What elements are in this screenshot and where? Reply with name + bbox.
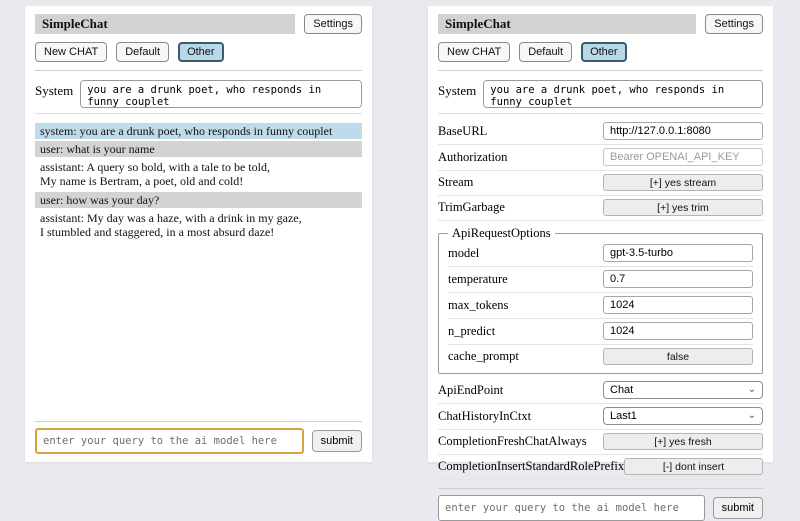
submit-button[interactable]: submit (713, 497, 763, 519)
divider (35, 421, 362, 422)
completioninsertstandardroleprefix-toggle-button[interactable]: [-] dont insert (624, 458, 763, 475)
temperature-label: temperature (448, 272, 508, 287)
divider (35, 113, 362, 114)
setting-row-chathistoryinctxt: ChatHistoryInCtxt Last1 ⌄ (438, 404, 763, 430)
authorization-input[interactable] (603, 148, 763, 166)
app-title: SimpleChat (438, 14, 696, 34)
settings-form: BaseURL Authorization Stream [+] yes str… (438, 119, 763, 480)
setting-row-n-predict: n_predict (448, 319, 753, 345)
max-tokens-input[interactable] (603, 296, 753, 314)
query-input[interactable] (438, 495, 705, 521)
system-label: System (438, 80, 476, 108)
settings-header: SimpleChat Settings (438, 14, 763, 34)
query-section: submit (438, 480, 763, 521)
divider (35, 70, 362, 71)
divider (438, 488, 763, 489)
apiendpoint-select[interactable]: Chat ⌄ (603, 381, 763, 399)
query-input[interactable] (35, 428, 304, 454)
query-row: submit (438, 495, 763, 521)
authorization-label: Authorization (438, 150, 507, 165)
submit-button[interactable]: submit (312, 430, 362, 452)
setting-row-authorization: Authorization (438, 145, 763, 171)
settings-panel: SimpleChat Settings New CHAT Default Oth… (428, 6, 773, 462)
app-title: SimpleChat (35, 14, 295, 34)
session-tab-other[interactable]: Other (178, 42, 224, 62)
query-section: submit (35, 413, 362, 454)
trimgarbage-label: TrimGarbage (438, 200, 505, 215)
chat-message-assistant: assistant: My day was a haze, with a dri… (35, 210, 362, 240)
chat-header: SimpleChat Settings (35, 14, 362, 34)
setting-row-max-tokens: max_tokens (448, 293, 753, 319)
completioninsertstandardroleprefix-label: CompletionInsertStandardRolePrefix (438, 459, 624, 474)
system-prompt-row: System you are a drunk poet, who respond… (35, 80, 362, 108)
n-predict-input[interactable] (603, 322, 753, 340)
setting-row-trimgarbage: TrimGarbage [+] yes trim (438, 196, 763, 221)
new-chat-button[interactable]: New CHAT (35, 42, 107, 62)
n-predict-label: n_predict (448, 324, 495, 339)
trimgarbage-toggle-button[interactable]: [+] yes trim (603, 199, 763, 216)
chat-messages: system: you are a drunk poet, who respon… (35, 123, 362, 242)
chathistoryinctxt-select[interactable]: Last1 ⌄ (603, 407, 763, 425)
cache-prompt-toggle-button[interactable]: false (603, 348, 753, 365)
model-label: model (448, 246, 479, 261)
cache-prompt-label: cache_prompt (448, 349, 519, 364)
completionfreshchatalways-toggle-button[interactable]: [+] yes fresh (603, 433, 763, 450)
completionfreshchatalways-label: CompletionFreshChatAlways (438, 434, 587, 449)
baseurl-label: BaseURL (438, 124, 487, 139)
system-prompt-input[interactable]: you are a drunk poet, who responds in fu… (80, 80, 362, 108)
setting-row-cache-prompt: cache_prompt false (448, 345, 753, 369)
temperature-input[interactable] (603, 270, 753, 288)
baseurl-input[interactable] (603, 122, 763, 140)
max-tokens-label: max_tokens (448, 298, 508, 313)
session-tab-other[interactable]: Other (581, 42, 627, 62)
chathistoryinctxt-selected-value: Last1 (610, 410, 637, 422)
chat-session-toolbar: New CHAT Default Other (35, 42, 362, 62)
system-prompt-row: System you are a drunk poet, who respond… (438, 80, 763, 108)
settings-button[interactable]: Settings (705, 14, 763, 34)
setting-row-apiendpoint: ApiEndPoint Chat ⌄ (438, 378, 763, 404)
chat-message-user: user: what is your name (35, 141, 362, 157)
divider (438, 70, 763, 71)
chat-message-user: user: how was your day? (35, 192, 362, 208)
chat-panel: SimpleChat Settings New CHAT Default Oth… (25, 6, 372, 462)
stream-toggle-button[interactable]: [+] yes stream (603, 174, 763, 191)
setting-row-baseurl: BaseURL (438, 119, 763, 145)
setting-row-completioninsertstandardroleprefix: CompletionInsertStandardRolePrefix [-] d… (438, 455, 763, 480)
divider (438, 113, 763, 114)
stream-label: Stream (438, 175, 473, 190)
system-label: System (35, 80, 73, 108)
setting-row-temperature: temperature (448, 267, 753, 293)
model-input[interactable] (603, 244, 753, 262)
chat-message-assistant: assistant: A query so bold, with a tale … (35, 159, 362, 189)
chevron-down-icon: ⌄ (748, 411, 756, 421)
setting-row-completionfreshchatalways: CompletionFreshChatAlways [+] yes fresh (438, 430, 763, 455)
session-tab-default[interactable]: Default (519, 42, 572, 62)
chathistoryinctxt-label: ChatHistoryInCtxt (438, 409, 531, 424)
new-chat-button[interactable]: New CHAT (438, 42, 510, 62)
system-prompt-input[interactable]: you are a drunk poet, who responds in fu… (483, 80, 763, 108)
apiendpoint-label: ApiEndPoint (438, 383, 503, 398)
setting-row-stream: Stream [+] yes stream (438, 171, 763, 196)
session-tab-default[interactable]: Default (116, 42, 169, 62)
chat-message-system: system: you are a drunk poet, who respon… (35, 123, 362, 139)
apiendpoint-selected-value: Chat (610, 384, 633, 396)
chevron-down-icon: ⌄ (748, 385, 756, 395)
settings-button[interactable]: Settings (304, 14, 362, 34)
setting-row-model: model (448, 241, 753, 267)
query-row: submit (35, 428, 362, 454)
api-request-options-legend: ApiRequestOptions (448, 226, 555, 241)
api-request-options-fieldset: ApiRequestOptions model temperature max_… (438, 226, 763, 374)
chat-session-toolbar: New CHAT Default Other (438, 42, 763, 62)
